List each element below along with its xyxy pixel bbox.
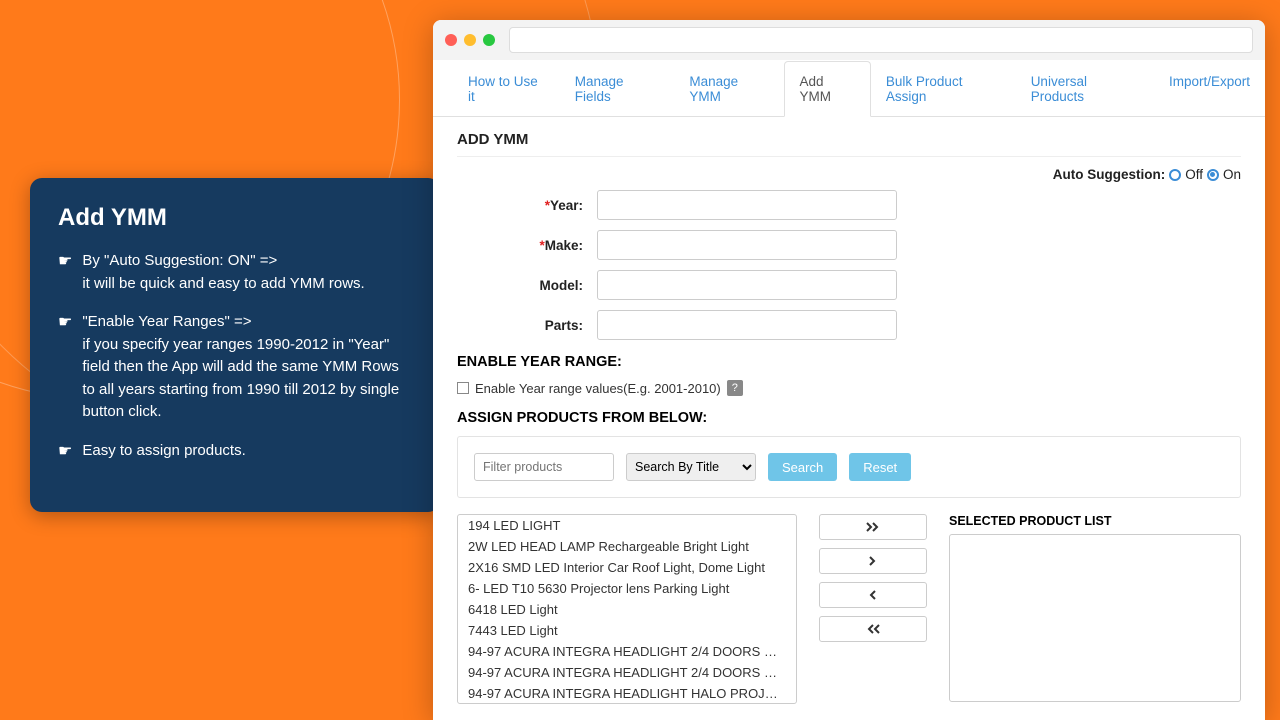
- reset-button[interactable]: Reset: [849, 453, 911, 481]
- tab-manage-ymm[interactable]: Manage YMM: [674, 61, 784, 117]
- selected-product-list[interactable]: [949, 534, 1241, 702]
- search-by-select[interactable]: Search By Title: [626, 453, 756, 481]
- tab-how-to-use-it[interactable]: How to Use it: [453, 61, 560, 117]
- callout-item: ☛"Enable Year Ranges" => if you specify …: [58, 311, 412, 424]
- tab-universal-products[interactable]: Universal Products: [1016, 61, 1154, 117]
- browser-window: How to Use itManage FieldsManage YMMAdd …: [433, 20, 1265, 720]
- product-list-item[interactable]: 194 LED LIGHT: [458, 515, 796, 536]
- product-list-item[interactable]: 94-97 ACURA INTEGRA HEADLIGHT HALO PROJE…: [458, 683, 796, 704]
- year-input[interactable]: [597, 190, 897, 220]
- product-list-item[interactable]: 6- LED T10 5630 Projector lens Parking L…: [458, 578, 796, 599]
- enable-range-heading: ENABLE YEAR RANGE:: [457, 354, 1241, 370]
- page-heading: ADD YMM: [457, 131, 1241, 148]
- callout-item: ☛Easy to assign products.: [58, 440, 412, 464]
- move-right-button[interactable]: [819, 548, 927, 574]
- tab-bar: How to Use itManage FieldsManage YMMAdd …: [433, 60, 1265, 117]
- auto-suggestion-row: Auto Suggestion: Off On: [457, 167, 1241, 182]
- make-input[interactable]: [597, 230, 897, 260]
- url-bar[interactable]: [509, 27, 1253, 53]
- tab-import-export[interactable]: Import/Export: [1154, 61, 1265, 117]
- filter-products-input[interactable]: [474, 453, 614, 481]
- titlebar: [433, 20, 1265, 60]
- pointer-icon: ☛: [58, 250, 72, 295]
- window-minimize-icon[interactable]: [464, 34, 476, 46]
- product-list[interactable]: 194 LED LIGHT2W LED HEAD LAMP Rechargeab…: [457, 514, 797, 704]
- parts-input[interactable]: [597, 310, 897, 340]
- move-all-left-button[interactable]: [819, 616, 927, 642]
- product-list-item[interactable]: 2W LED HEAD LAMP Rechargeable Bright Lig…: [458, 536, 796, 557]
- tab-bulk-product-assign[interactable]: Bulk Product Assign: [871, 61, 1016, 117]
- search-button[interactable]: Search: [768, 453, 837, 481]
- tab-manage-fields[interactable]: Manage Fields: [560, 61, 675, 117]
- product-list-item[interactable]: 7443 LED Light: [458, 620, 796, 641]
- move-all-right-button[interactable]: [819, 514, 927, 540]
- enable-year-range-checkbox[interactable]: [457, 382, 469, 394]
- callout-panel: Add YMM ☛By "Auto Suggestion: ON" => it …: [30, 178, 440, 512]
- filter-box: Search By Title Search Reset: [457, 436, 1241, 498]
- callout-title: Add YMM: [58, 204, 412, 232]
- help-icon[interactable]: ?: [727, 380, 743, 396]
- model-input[interactable]: [597, 270, 897, 300]
- product-list-item[interactable]: 94-97 ACURA INTEGRA HEADLIGHT 2/4 DOORS …: [458, 662, 796, 683]
- pointer-icon: ☛: [58, 440, 72, 464]
- window-maximize-icon[interactable]: [483, 34, 495, 46]
- assign-heading: ASSIGN PRODUCTS FROM BELOW:: [457, 410, 1241, 426]
- callout-item: ☛By "Auto Suggestion: ON" => it will be …: [58, 250, 412, 295]
- product-list-item[interactable]: 2X16 SMD LED Interior Car Roof Light, Do…: [458, 557, 796, 578]
- window-close-icon[interactable]: [445, 34, 457, 46]
- move-left-button[interactable]: [819, 582, 927, 608]
- selected-heading: SELECTED PRODUCT LIST: [949, 514, 1241, 528]
- auto-suggestion-off-radio[interactable]: [1169, 169, 1181, 181]
- auto-suggestion-on-radio[interactable]: [1207, 169, 1219, 181]
- product-list-item[interactable]: 94-97 ACURA INTEGRA HEADLIGHT 2/4 DOORS …: [458, 641, 796, 662]
- pointer-icon: ☛: [58, 311, 72, 424]
- product-list-item[interactable]: 6418 LED Light: [458, 599, 796, 620]
- tab-add-ymm[interactable]: Add YMM: [784, 61, 870, 117]
